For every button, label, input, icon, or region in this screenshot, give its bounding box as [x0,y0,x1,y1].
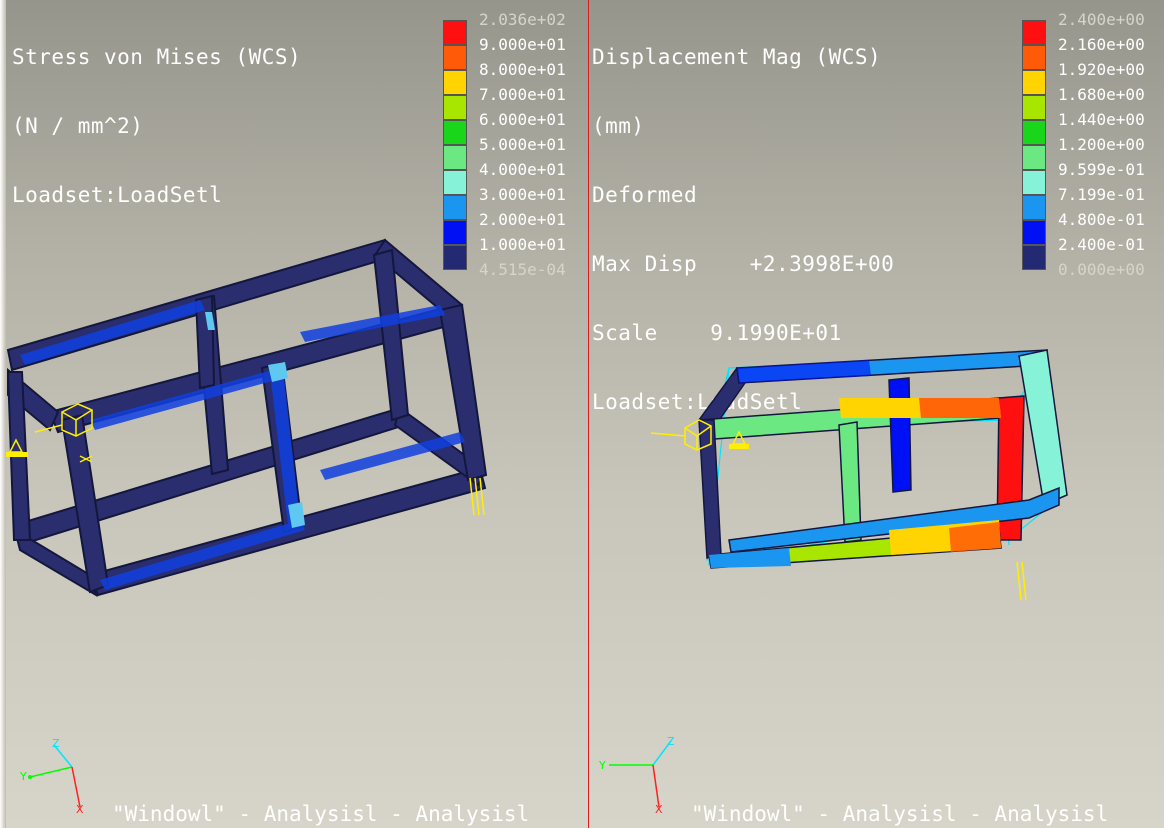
triad-z-label: Z [667,735,675,748]
displacement-frame-model [650,349,1068,601]
window-caption: "Windowl" - Analysisl - Analysisl [691,802,1109,826]
triad-z-label: Z [52,737,60,750]
coordinate-triad: Z Y X [19,737,84,815]
stress-frame-model [6,238,488,598]
triad-x-label: X [655,803,663,815]
coordinate-triad: Z Y X [598,735,675,815]
triad-y-label: Y [598,759,606,772]
stress-viewport[interactable]: Stress von Mises (WCS) (N / mm^2) Loadse… [0,0,588,828]
displacement-viewport[interactable]: Displacement Mag (WCS) (mm) Deformed Max… [589,0,1164,828]
window-caption: "Windowl" - Analysisl - Analysisl [112,802,530,826]
triad-x-label: X [76,803,84,815]
triad-y-label: Y [19,770,27,783]
